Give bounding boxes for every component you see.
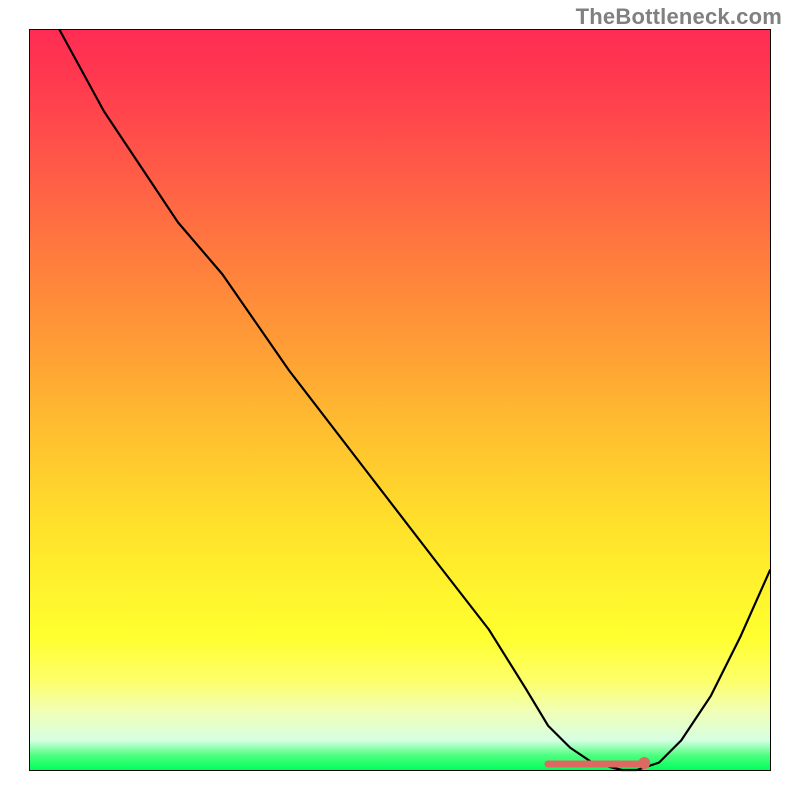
watermark-text: TheBottleneck.com (576, 4, 782, 30)
bottleneck-curve (60, 30, 770, 770)
minimum-highlight-dot (638, 757, 650, 769)
chart-area (29, 29, 771, 771)
chart-overlay (30, 30, 770, 770)
